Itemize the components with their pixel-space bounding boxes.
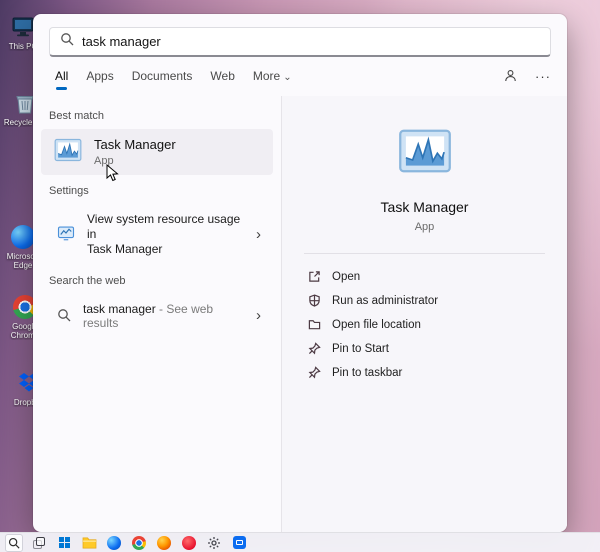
desktop: This PC Recycle Bin Microsoft Edge Googl…	[0, 0, 600, 552]
result-title: Task Manager	[94, 137, 176, 152]
results-column: Best match Task Manager App Settings	[33, 96, 281, 532]
search-filter-tabs: All Apps Documents Web More⌄ ···	[33, 57, 567, 92]
tab-apps[interactable]: Apps	[86, 69, 113, 92]
taskbar-settings-icon[interactable]	[205, 534, 223, 552]
result-title-line2: Task Manager	[87, 242, 244, 257]
action-run-as-administrator[interactable]: Run as administrator	[306, 290, 543, 311]
taskbar-store-icon[interactable]	[230, 534, 248, 552]
preview-panel: Task Manager App Open Run as administrat…	[281, 96, 567, 532]
action-pin-to-start[interactable]: Pin to Start	[306, 338, 543, 359]
shield-icon	[308, 294, 321, 307]
mouse-cursor-icon	[106, 164, 120, 187]
task-manager-icon	[54, 136, 82, 169]
resource-usage-icon	[57, 224, 75, 245]
account-icon[interactable]	[504, 69, 517, 90]
tab-all[interactable]: All	[55, 69, 68, 92]
pin-icon	[308, 366, 321, 379]
taskbar-start-icon[interactable]	[55, 534, 73, 552]
action-open-file-location[interactable]: Open file location	[306, 314, 543, 335]
search-icon	[60, 32, 74, 51]
tab-web[interactable]: Web	[210, 69, 234, 92]
taskbar-file-explorer-icon[interactable]	[80, 534, 98, 552]
result-title-line1: View system resource usage in	[87, 212, 244, 242]
more-options-icon[interactable]: ···	[535, 69, 551, 92]
web-query: task manager	[83, 302, 156, 316]
taskbar-task-view-icon[interactable]	[30, 534, 48, 552]
taskbar-search-icon[interactable]	[5, 534, 23, 552]
tab-documents[interactable]: Documents	[132, 69, 193, 92]
pin-icon	[308, 342, 321, 355]
search-input[interactable]	[82, 34, 540, 49]
taskbar-opera-icon[interactable]	[180, 534, 198, 552]
settings-label: Settings	[49, 185, 273, 197]
task-manager-icon-large	[398, 124, 452, 183]
preview-subtitle: App	[415, 221, 435, 233]
settings-result[interactable]: View system resource usage in Task Manag…	[41, 204, 273, 265]
preview-actions: Open Run as administrator Open file loca…	[282, 266, 567, 383]
open-icon	[308, 270, 321, 283]
action-pin-to-taskbar[interactable]: Pin to taskbar	[306, 362, 543, 383]
chevron-down-icon: ⌄	[283, 72, 291, 83]
web-search-result[interactable]: task manager - See web results ›	[41, 294, 273, 338]
divider	[304, 253, 545, 254]
chevron-right-icon[interactable]: ›	[256, 229, 261, 241]
best-match-label: Best match	[49, 110, 273, 122]
search-window: All Apps Documents Web More⌄ ··· Best ma…	[33, 14, 567, 532]
taskbar	[0, 532, 600, 552]
search-box[interactable]	[49, 27, 551, 57]
search-web-label: Search the web	[49, 275, 273, 287]
preview-title: Task Manager	[381, 199, 469, 215]
chevron-right-icon[interactable]: ›	[256, 310, 261, 322]
taskbar-firefox-icon[interactable]	[155, 534, 173, 552]
search-icon	[57, 308, 71, 325]
best-match-result[interactable]: Task Manager App	[41, 129, 273, 175]
taskbar-chrome-icon[interactable]	[130, 534, 148, 552]
tab-more[interactable]: More⌄	[253, 69, 292, 92]
action-open[interactable]: Open	[306, 266, 543, 287]
taskbar-edge-icon[interactable]	[105, 534, 123, 552]
folder-icon	[308, 318, 321, 331]
